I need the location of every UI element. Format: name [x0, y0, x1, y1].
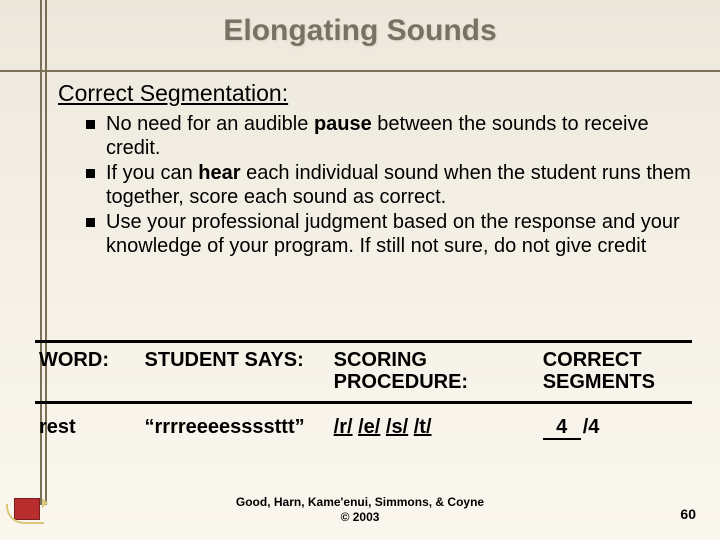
title-block: Elongating Sounds: [0, 0, 720, 72]
bullet-list: No need for an audible pause between the…: [58, 113, 692, 259]
subheading: Correct Segmentation:: [58, 80, 692, 107]
content-area: Correct Segmentation: No need for an aud…: [58, 80, 692, 261]
slide: Elongating Sounds Correct Segmentation: …: [0, 0, 720, 540]
bullet-text-pre: Use your professional judgment based on …: [106, 211, 680, 257]
correct-denom: /4: [583, 416, 600, 438]
segment: /t/: [414, 416, 432, 438]
cell-says: “rrrreeeessssttt”: [145, 410, 334, 438]
correct-count: 4: [543, 416, 581, 440]
col-header-says: STUDENT SAYS:: [145, 349, 334, 371]
col-header-correct: CORRECT SEGMENTS: [543, 349, 692, 393]
table-row: rest “rrrreeeessssttt” /r/ /e/ /s/ /t/ 4…: [35, 404, 692, 448]
cell-correct: 4/4: [543, 410, 692, 440]
example-table: WORD: STUDENT SAYS: SCORING PROCEDURE: C…: [35, 340, 692, 448]
bullet-item: Use your professional judgment based on …: [86, 211, 692, 258]
bullet-text-bold: hear: [198, 162, 240, 184]
bullet-text-pre: If you can: [106, 162, 198, 184]
footer-line1: Good, Harn, Kame'enui, Simmons, & Coyne: [0, 495, 720, 509]
segment: /r/: [334, 416, 353, 438]
bullet-item: If you can hear each individual sound wh…: [86, 162, 692, 209]
slide-title: Elongating Sounds: [0, 14, 720, 48]
page-number: 60: [680, 506, 696, 522]
footer-citation: Good, Harn, Kame'enui, Simmons, & Coyne …: [0, 495, 720, 524]
table-header-row: WORD: STUDENT SAYS: SCORING PROCEDURE: C…: [35, 343, 692, 401]
bullet-text-bold: pause: [314, 113, 372, 135]
bullet-item: No need for an audible pause between the…: [86, 113, 692, 160]
bullet-text-pre: No need for an audible: [106, 113, 314, 135]
col-header-scoring: SCORING PROCEDURE:: [334, 349, 543, 393]
segment: /s/: [386, 416, 408, 438]
segment: /e/: [358, 416, 380, 438]
footer-line2: © 2003: [0, 510, 720, 524]
col-header-word: WORD:: [35, 349, 145, 371]
cell-scoring: /r/ /e/ /s/ /t/: [334, 410, 543, 438]
cell-word: rest: [35, 410, 145, 438]
